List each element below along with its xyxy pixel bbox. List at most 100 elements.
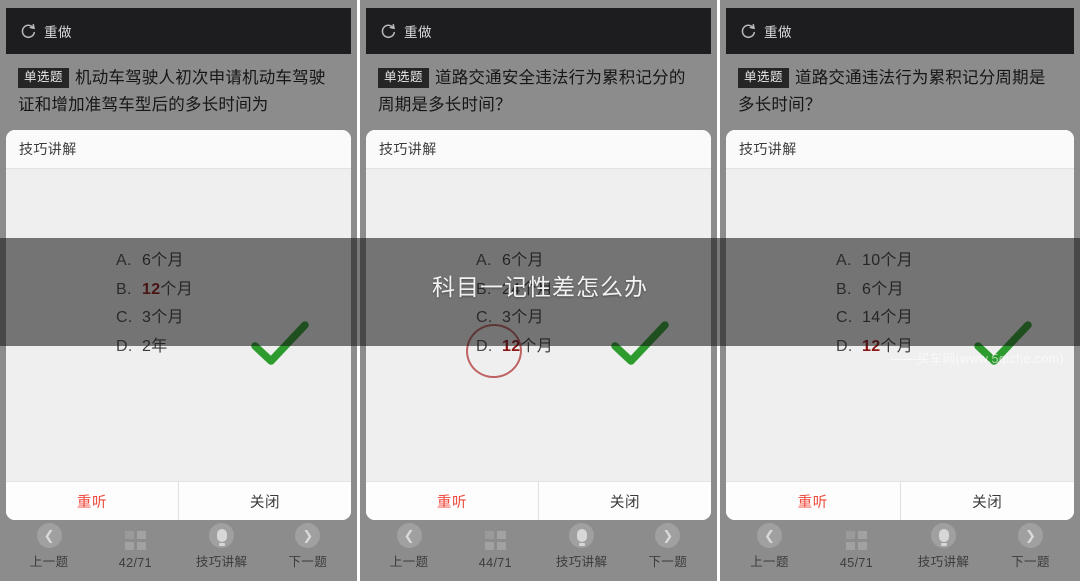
option-number: 10 (862, 252, 881, 269)
option-letter: A. (476, 252, 492, 269)
card-body: A. 6个月 B. 12个月 C. 3个月 D. 2年 (6, 169, 351, 481)
card-footer: 重听 关闭 (6, 481, 351, 520)
bottom-navigation: ❮ 上一题 44/71 技巧讲解 ❯ 下一题 (366, 520, 711, 575)
panel-screen: 重做 单选题 道路交通安全违法行为累积记分的周期是多长时间？ 技巧讲解 A. 6个月 B. 2… (366, 8, 711, 575)
answer-option[interactable]: C. 14个月 (726, 304, 1074, 333)
question-line: 单选题 道路交通安全违法行为累积记分的周期是多长时间？ (378, 65, 699, 119)
microphone-icon (569, 523, 595, 548)
option-number: 12 (142, 280, 161, 298)
option-letter: D. (476, 337, 493, 355)
option-number: 6 (142, 252, 152, 269)
option-text: 12个月 (862, 333, 913, 362)
nav-question-counter[interactable]: 42/71 (92, 528, 178, 570)
option-text: 3个月 (502, 304, 544, 333)
card-title: 技巧讲解 (19, 141, 77, 157)
card-footer: 重听 关闭 (726, 481, 1074, 520)
answer-option[interactable]: D. 2年 (6, 333, 351, 362)
option-text: 3个月 (142, 304, 184, 333)
close-button[interactable]: 关闭 (179, 482, 351, 520)
option-letter: C. (836, 309, 853, 326)
nav-tips-label: 技巧讲解 (555, 555, 608, 569)
close-button[interactable]: 关闭 (900, 482, 1074, 520)
nav-tips[interactable]: 技巧讲解 (900, 523, 987, 570)
top-bar: 重做 (366, 8, 711, 54)
replay-button[interactable]: 重听 (6, 482, 178, 520)
question-type-tag: 单选题 (18, 68, 70, 88)
nav-prev-question[interactable]: ❮ 上一题 (366, 523, 452, 570)
nav-tips[interactable]: 技巧讲解 (539, 523, 625, 570)
option-unit: 个月 (511, 252, 544, 269)
explanation-card: 技巧讲解 A. 6个月 B. 12个月 C. 3个月 D. 2年 重听 关闭 (6, 130, 351, 520)
option-text: 2年 (142, 333, 168, 362)
option-number: 6 (862, 280, 872, 298)
chevron-right-icon: ❯ (1018, 523, 1043, 548)
answer-option[interactable]: C. 3个月 (6, 304, 351, 333)
replay-button[interactable]: 重听 (366, 482, 538, 520)
question-area: 单选题 机动车驾驶人初次申请机动车驾驶证和增加准驾车型后的多长时间为 (6, 54, 351, 125)
nav-next-question[interactable]: ❯ 下一题 (265, 523, 351, 570)
redo-button-label[interactable]: 重做 (44, 21, 72, 41)
question-type-tag: 单选题 (378, 68, 430, 88)
option-number: 2 (142, 337, 152, 355)
microphone-icon (209, 523, 235, 548)
option-letter: D. (836, 337, 853, 355)
question-counter-label: 45/71 (839, 556, 874, 570)
nav-prev-question[interactable]: ❮ 上一题 (726, 523, 813, 570)
nav-next-question[interactable]: ❯ 下一题 (987, 523, 1074, 570)
answer-option[interactable]: C. 3个月 (366, 304, 711, 333)
nav-tips[interactable]: 技巧讲解 (179, 523, 265, 570)
card-title: 技巧讲解 (739, 141, 797, 157)
nav-next-label: 下一题 (648, 555, 688, 569)
redo-button-label[interactable]: 重做 (764, 21, 792, 41)
option-unit: 个月 (880, 337, 914, 355)
answer-option[interactable]: A. 6个月 (6, 247, 351, 276)
top-bar: 重做 (6, 8, 351, 54)
answer-option[interactable]: D. 12个月 (726, 333, 1074, 362)
nav-next-question[interactable]: ❯ 下一题 (625, 523, 711, 570)
answer-option[interactable]: D. 12个月 (366, 319, 711, 382)
question-counter-label: 42/71 (118, 556, 153, 570)
option-letter: A. (116, 252, 132, 269)
redo-circular-arrow-icon[interactable] (20, 23, 37, 40)
option-number: 3 (142, 309, 152, 326)
chevron-left-icon: ❮ (396, 523, 422, 548)
redo-button-label[interactable]: 重做 (404, 21, 432, 41)
nav-question-counter[interactable]: 44/71 (452, 528, 538, 570)
option-unit: 个月 (151, 252, 184, 269)
nav-question-counter[interactable]: 45/71 (813, 528, 900, 570)
option-number: 14 (862, 309, 881, 326)
answer-option[interactable]: B. 6个月 (726, 276, 1074, 305)
answer-option[interactable]: B. 12个月 (6, 276, 351, 305)
option-letter: B. (116, 280, 132, 298)
answer-option[interactable]: A. 10个月 (726, 247, 1074, 276)
question-panel-2: 重做 单选题 道路交通安全违法行为累积记分的周期是多长时间？ 技巧讲解 A. 6个月 B. 2… (360, 0, 720, 581)
nav-next-label: 下一题 (288, 555, 328, 569)
option-number: 6 (502, 252, 512, 269)
option-letter: A. (836, 252, 852, 269)
bottom-navigation: ❮ 上一题 42/71 技巧讲解 ❯ 下一题 (6, 520, 351, 575)
option-letter: D. (116, 337, 133, 355)
chevron-left-icon: ❮ (757, 523, 782, 548)
explanation-card: 技巧讲解 A. 6个月 B. 24个月 C. 3个月 D. 12个月 重听 关闭 (366, 130, 711, 520)
bottom-navigation: ❮ 上一题 45/71 技巧讲解 ❯ 下一题 (726, 520, 1074, 575)
replay-button[interactable]: 重听 (726, 482, 900, 520)
option-letter: C. (116, 309, 133, 326)
question-counter-label: 44/71 (478, 556, 513, 570)
option-letter: C. (476, 309, 493, 326)
answer-option[interactable]: A. 6个月 (366, 247, 711, 276)
answer-option[interactable]: B. 24个月 (366, 276, 711, 305)
option-text: 6个月 (142, 247, 184, 276)
option-unit: 个月 (880, 252, 914, 269)
panel-screen: 重做单选题 机动车驾驶人初次申请机动车驾驶证和增加准驾车型后的多长时间为技巧讲解 A… (6, 8, 351, 575)
option-unit: 个月 (511, 309, 544, 326)
option-text: 12个月 (142, 276, 193, 305)
redo-circular-arrow-icon[interactable] (740, 23, 757, 40)
card-header: 技巧讲解 (726, 130, 1074, 169)
nav-prev-question[interactable]: ❮ 上一题 (6, 523, 92, 570)
nav-tips-label: 技巧讲解 (917, 555, 970, 569)
card-title: 技巧讲解 (379, 141, 437, 157)
redo-circular-arrow-icon[interactable] (380, 23, 397, 40)
card-footer: 重听 关闭 (366, 481, 711, 520)
close-button[interactable]: 关闭 (539, 482, 711, 520)
question-area: 单选题 道路交通违法行为累积记分周期是多长时间？ (726, 54, 1074, 125)
